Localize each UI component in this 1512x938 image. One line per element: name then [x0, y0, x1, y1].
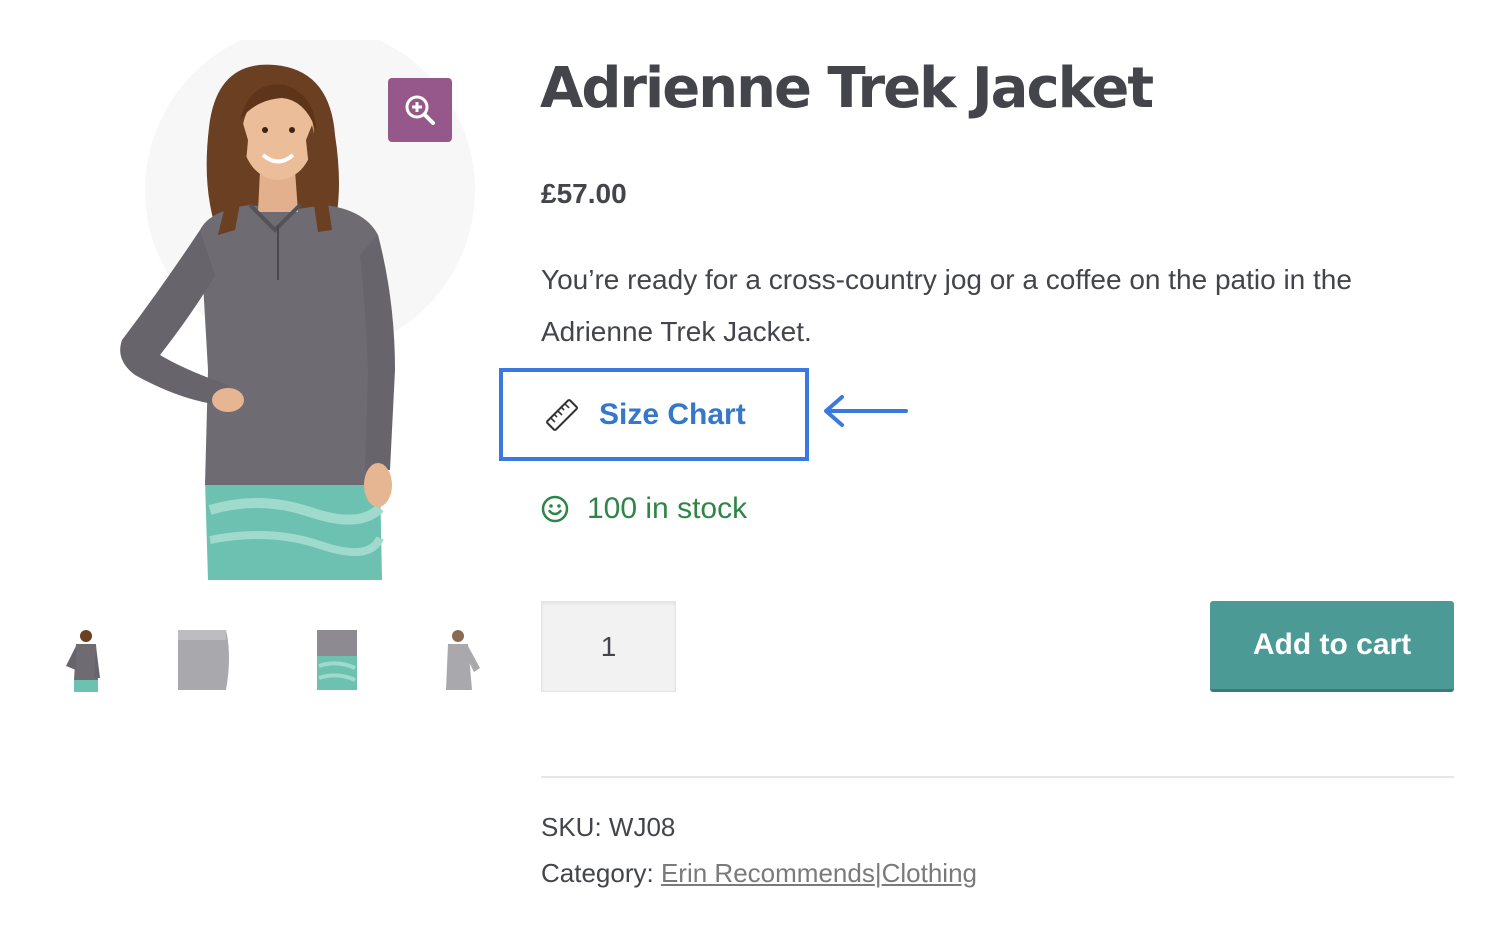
thumbnail-strip [54, 626, 484, 696]
product-price: £57.00 [541, 178, 627, 209]
stock-status: 100 in stock [541, 492, 747, 526]
thumbnail-back[interactable] [432, 626, 496, 694]
product-description: You’re ready for a cross-country jog or … [541, 264, 1352, 347]
smiley-icon [541, 495, 569, 523]
category-link-clothing[interactable]: Clothing [882, 858, 977, 888]
product-sku: SKU: WJ08 [541, 812, 675, 843]
category-label: Category: [541, 858, 654, 888]
category-link-erin-recommends[interactable]: Erin Recommends [661, 858, 875, 888]
sku-value: WJ08 [608, 812, 676, 842]
divider [541, 776, 1454, 778]
size-chart-label: Size Chart [599, 397, 746, 431]
quantity-input[interactable]: 1 [541, 601, 676, 692]
thumbnail-detail[interactable] [174, 626, 238, 694]
category-separator: | [874, 858, 882, 888]
size-chart-link[interactable]: Size Chart [499, 368, 809, 461]
sku-label: SKU: [541, 812, 602, 842]
zoom-in-icon [405, 95, 435, 125]
zoom-button[interactable] [388, 78, 452, 142]
product-categories: Category: Erin Recommends|Clothing [541, 858, 977, 889]
product-title: Adrienne Trek Jacket [540, 56, 1154, 121]
thumbnail-front[interactable] [54, 626, 118, 694]
ruler-icon [546, 398, 578, 431]
add-to-cart-button[interactable]: Add to cart [1210, 601, 1454, 692]
stock-text: 100 in stock [587, 492, 748, 525]
arrow-left-icon [824, 395, 908, 427]
thumbnail-side[interactable] [309, 626, 373, 694]
